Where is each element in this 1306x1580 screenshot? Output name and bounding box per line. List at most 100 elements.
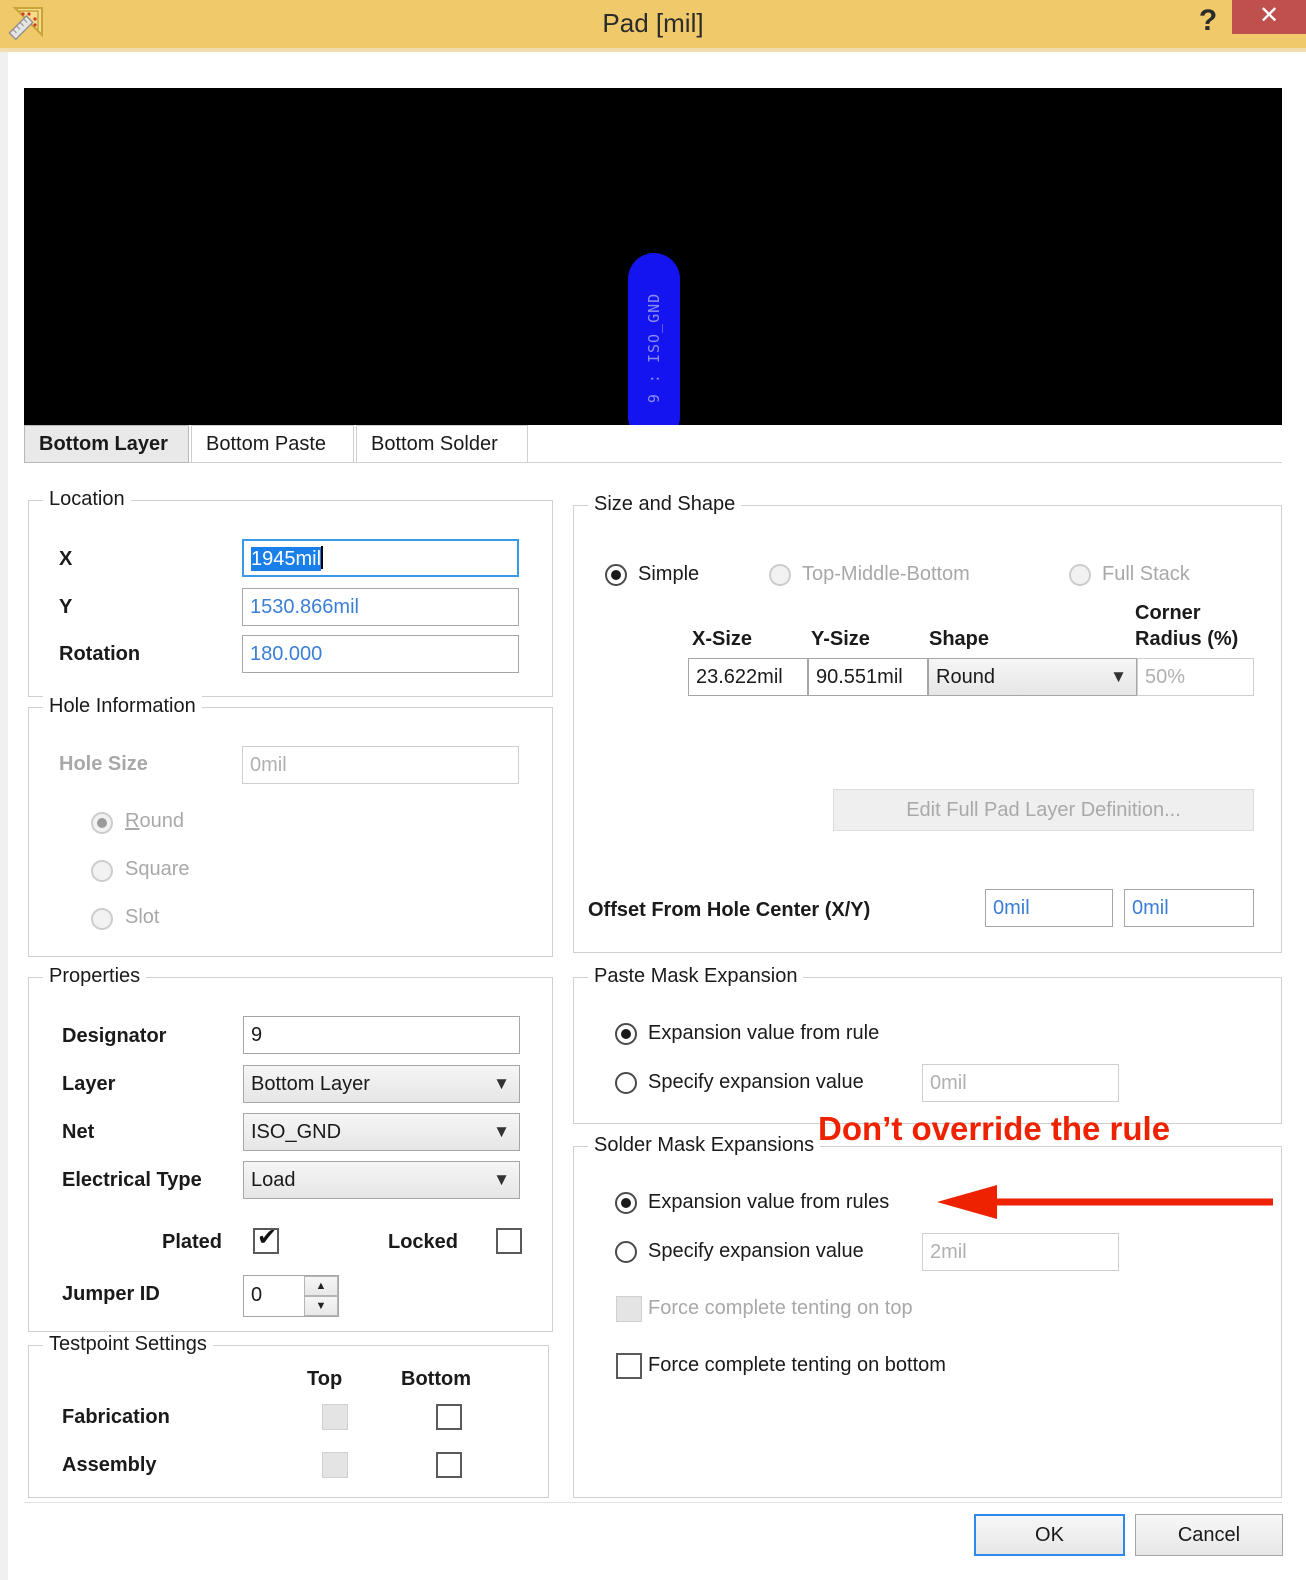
- paste-expansion-from-rule-label[interactable]: Expansion value from rule: [648, 1022, 879, 1045]
- testpoint-assembly-bottom-checkbox[interactable]: [436, 1452, 462, 1478]
- annotation-arrow-icon: [935, 1180, 1275, 1224]
- jumper-id-stepper[interactable]: 0 ▲ ▼: [243, 1275, 339, 1317]
- layer-select[interactable]: Bottom Layer ▼: [243, 1065, 520, 1103]
- tab-bottom-solder[interactable]: Bottom Solder: [356, 425, 528, 463]
- plated-label: Plated: [162, 1231, 223, 1253]
- paste-mask-expansion-group-title: Paste Mask Expansion: [588, 965, 804, 988]
- designator-input[interactable]: 9: [243, 1016, 520, 1054]
- testpoint-col-top-label: Top: [307, 1368, 343, 1390]
- ok-button[interactable]: OK: [974, 1514, 1125, 1556]
- rotation-input[interactable]: 180.000: [242, 635, 519, 673]
- help-button[interactable]: ?: [1188, 0, 1228, 44]
- pad-shape-select[interactable]: Round ▼: [928, 658, 1137, 696]
- y-size-column-header: Y-Size: [811, 628, 870, 650]
- stack-mode-full-stack-label: Full Stack: [1102, 563, 1190, 585]
- testpoint-col-bottom-label: Bottom: [401, 1368, 471, 1390]
- offset-x-input[interactable]: 0mil: [985, 889, 1113, 927]
- corner-radius-column-header-line1: Corner: [1135, 602, 1201, 624]
- cancel-button[interactable]: Cancel: [1135, 1514, 1283, 1556]
- x-input[interactable]: 1945mil: [242, 539, 519, 577]
- force-tenting-top-label: Force complete tenting on top: [648, 1297, 913, 1319]
- location-group: Location X 1945mil Y 1530.866mil Rotatio…: [28, 488, 553, 697]
- x-label: X: [59, 548, 73, 570]
- force-tenting-bottom-checkbox[interactable]: [616, 1353, 642, 1379]
- hole-shape-slot-radio: [91, 908, 113, 930]
- designator-label: Designator: [62, 1025, 167, 1047]
- properties-group-title: Properties: [43, 965, 147, 988]
- annotation-text: Don’t override the rule: [818, 1110, 1171, 1147]
- pad-net-label: 9 : ISO_GND: [645, 292, 663, 404]
- spin-up-icon[interactable]: ▲: [304, 1276, 338, 1296]
- paste-expansion-value-input: 0mil: [922, 1064, 1119, 1102]
- pad-shape-select-value: Round: [936, 666, 995, 688]
- solder-expansion-value-input: 2mil: [922, 1233, 1119, 1271]
- net-select-value: ISO_GND: [251, 1121, 342, 1143]
- testpoint-assembly-label: Assembly: [62, 1454, 157, 1476]
- force-tenting-top-checkbox: [616, 1296, 642, 1322]
- electrical-type-select-value: Load: [251, 1169, 296, 1191]
- corner-radius-column-header-line2: Radius (%): [1135, 628, 1239, 650]
- testpoint-fabrication-bottom-checkbox[interactable]: [436, 1404, 462, 1430]
- shape-column-header: Shape: [929, 628, 990, 650]
- hole-shape-round-text: ound: [139, 810, 184, 832]
- layer-label: Layer: [62, 1073, 116, 1095]
- tab-bottom-layer[interactable]: Bottom Layer: [24, 425, 189, 463]
- stack-mode-top-middle-bottom-radio: [769, 564, 791, 586]
- corner-radius-input: 50%: [1137, 658, 1254, 696]
- locked-checkbox[interactable]: [496, 1228, 522, 1254]
- hole-shape-round-radio: [91, 812, 113, 834]
- close-icon[interactable]: ✕: [1232, 0, 1306, 34]
- electrical-type-select[interactable]: Load ▼: [243, 1161, 520, 1199]
- rotation-label: Rotation: [59, 643, 141, 665]
- left-edge-strip: [0, 52, 8, 1580]
- hole-information-group-title: Hole Information: [43, 695, 202, 718]
- stack-mode-full-stack-radio: [1069, 564, 1091, 586]
- solder-expansion-specify-label[interactable]: Specify expansion value: [648, 1240, 864, 1263]
- testpoint-assembly-top-checkbox: [322, 1452, 348, 1478]
- solder-expansion-from-rules-radio[interactable]: [615, 1192, 637, 1214]
- paste-expansion-specify-radio[interactable]: [615, 1072, 637, 1094]
- size-and-shape-group: Size and Shape Simple Top-Middle-Bottom …: [573, 493, 1282, 953]
- properties-group: Properties Designator 9 Layer Bottom Lay…: [28, 965, 553, 1332]
- hole-size-input: 0mil: [242, 746, 519, 784]
- titlebar-shadow: [0, 48, 1306, 52]
- offset-y-input[interactable]: 0mil: [1124, 889, 1254, 927]
- layer-select-value: Bottom Layer: [251, 1073, 370, 1095]
- location-group-title: Location: [43, 488, 131, 511]
- hole-information-group: Hole Information Hole Size 0mil Round Sq…: [28, 695, 553, 957]
- chevron-down-icon: ▼: [493, 1170, 510, 1189]
- paste-mask-expansion-group: Paste Mask Expansion Expansion value fro…: [573, 965, 1282, 1124]
- chevron-down-icon: ▼: [493, 1074, 510, 1093]
- hole-size-label: Hole Size: [59, 753, 148, 775]
- jumper-id-value: 0: [251, 1284, 263, 1306]
- x-size-input[interactable]: 23.622mil: [688, 658, 808, 696]
- chevron-down-icon: ▼: [493, 1122, 510, 1141]
- solder-expansion-from-rules-label[interactable]: Expansion value from rules: [648, 1191, 889, 1214]
- offset-from-hole-center-label: Offset From Hole Center (X/Y): [588, 899, 871, 921]
- locked-label: Locked: [388, 1231, 459, 1253]
- paste-expansion-from-rule-radio[interactable]: [615, 1023, 637, 1045]
- net-select[interactable]: ISO_GND ▼: [243, 1113, 520, 1151]
- pad-preview-canvas: 9 : ISO_GND: [24, 88, 1282, 425]
- hole-shape-slot-label: Slot: [125, 906, 160, 928]
- testpoint-fabrication-label: Fabrication: [62, 1406, 170, 1428]
- hole-shape-square-label: Square: [125, 858, 190, 880]
- stack-mode-simple-radio[interactable]: [605, 564, 627, 586]
- stack-mode-simple-label[interactable]: Simple: [638, 563, 699, 586]
- plated-checkbox[interactable]: [253, 1225, 279, 1254]
- solder-expansion-specify-radio[interactable]: [615, 1241, 637, 1263]
- tab-bottom-paste[interactable]: Bottom Paste: [191, 425, 354, 463]
- force-tenting-bottom-label[interactable]: Force complete tenting on bottom: [648, 1354, 946, 1377]
- testpoint-fabrication-top-checkbox: [322, 1404, 348, 1430]
- y-input[interactable]: 1530.866mil: [242, 588, 519, 626]
- edit-full-pad-layer-definition-button: Edit Full Pad Layer Definition...: [833, 789, 1254, 831]
- paste-expansion-specify-label[interactable]: Specify expansion value: [648, 1071, 864, 1094]
- x-input-value: 1945mil: [251, 547, 322, 571]
- title-bar: Pad [mil] ? ✕: [0, 0, 1306, 48]
- y-size-input[interactable]: 90.551mil: [808, 658, 928, 696]
- text-caret: [321, 546, 324, 569]
- jumper-id-label: Jumper ID: [62, 1283, 160, 1305]
- footer-separator: [24, 1502, 1282, 1503]
- spin-down-icon[interactable]: ▼: [304, 1296, 338, 1316]
- layer-tabstrip: Bottom Layer Bottom Paste Bottom Solder: [24, 425, 1282, 463]
